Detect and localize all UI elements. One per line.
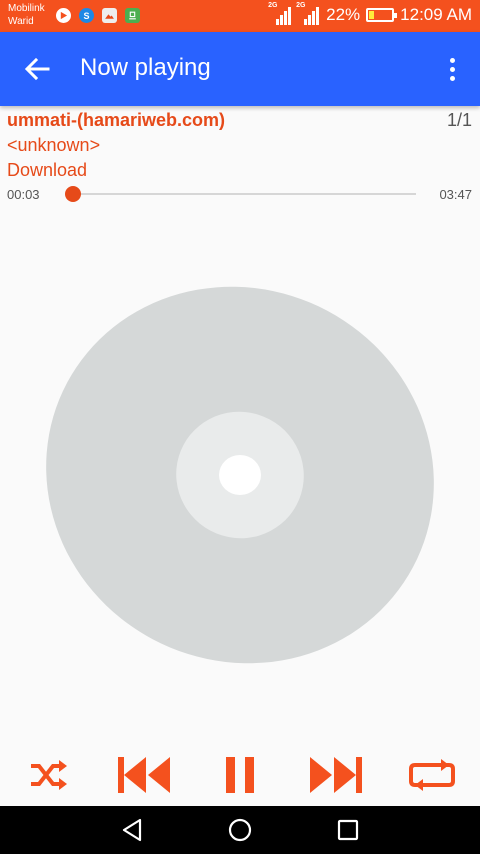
duration: 03:47 [439,187,472,202]
back-arrow-icon[interactable] [20,54,54,84]
seek-bar[interactable] [64,186,416,202]
signal-icon: 2G [268,2,292,25]
app-bar: Now playing [0,32,480,106]
navigation-bar [0,806,480,854]
pause-icon[interactable] [216,748,264,802]
download-icon [125,8,140,23]
previous-icon[interactable] [112,748,176,802]
more-options-icon[interactable] [440,54,464,84]
notification-icons: S [56,8,140,23]
carrier-label: Mobilink Warid [8,2,45,28]
signal-icon-2: 2G [296,2,320,25]
carrier-line1: Mobilink [8,3,45,14]
download-link[interactable]: Download [7,160,87,181]
status-bar: Mobilink Warid S 2G 2G 22% 12:09 AM [0,0,480,32]
elapsed-time: 00:03 [7,187,40,202]
network-type-2: 2G [296,2,306,9]
battery-icon [366,8,398,22]
page-title: Now playing [80,54,211,81]
back-icon[interactable] [118,816,146,844]
track-artist: <unknown> [7,135,101,155]
home-icon[interactable] [226,816,254,844]
s-icon: S [79,8,94,23]
network-type-1: 2G [268,2,278,9]
battery-percent: 22% [326,5,361,24]
seek-thumb[interactable] [64,186,81,202]
recents-icon[interactable] [334,816,362,844]
playback-controls [0,748,480,802]
status-right: 2G 2G 22% 12:09 AM [268,2,472,25]
repeat-icon[interactable] [404,748,460,802]
clock: 12:09 AM [400,5,472,24]
carrier-line2: Warid [8,16,34,27]
shuffle-icon[interactable] [24,748,72,802]
queue-position: 1/1 [446,110,472,130]
album-art [0,280,480,670]
next-icon[interactable] [304,748,368,802]
track-title: ummati-(hamariweb.com) [7,110,226,130]
disc-icon [46,286,434,664]
gallery-icon [102,8,117,23]
play-icon [56,8,71,23]
